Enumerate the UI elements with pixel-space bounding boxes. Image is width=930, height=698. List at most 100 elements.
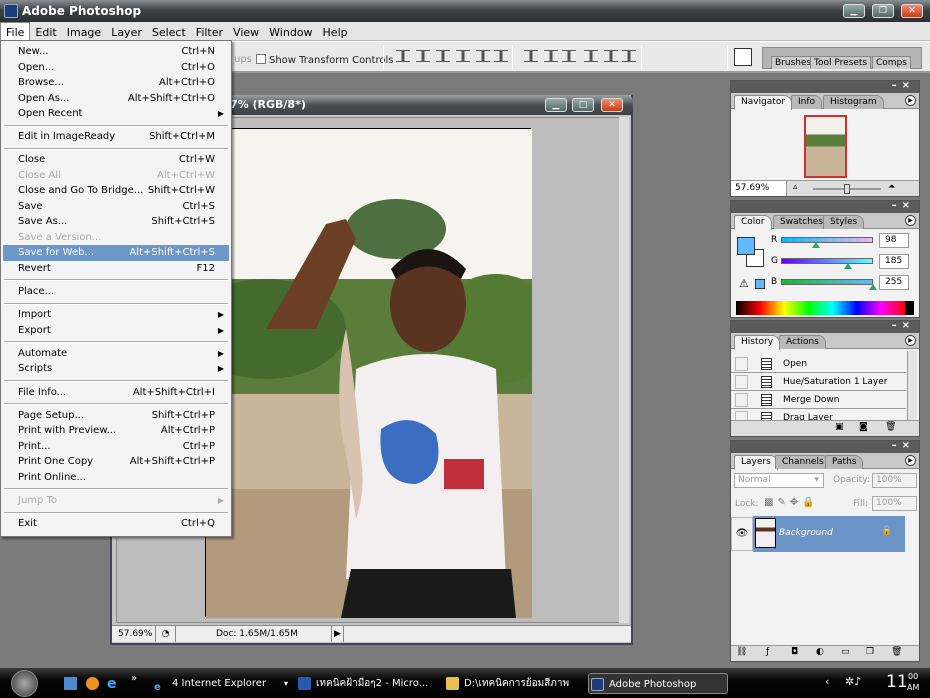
zoom-slider-thumb[interactable] — [843, 184, 850, 194]
menu-item-browse[interactable]: Browse... Alt+Ctrl+O — [3, 75, 229, 91]
new-layer-icon[interactable]: ❐ — [866, 647, 874, 657]
menu-item-export[interactable]: Export ▶ — [3, 323, 229, 339]
panel-menu-icon[interactable]: ▶ — [905, 335, 916, 346]
menu-item-revert[interactable]: Revert F12 — [3, 261, 229, 277]
tab-layers[interactable]: Layers — [734, 455, 778, 470]
tab-info[interactable]: Info — [791, 95, 823, 109]
doc-maximize-button[interactable]: □ — [572, 98, 594, 112]
quicklaunch-icon[interactable] — [64, 677, 77, 690]
menu-item-open-as[interactable]: Open As... Alt+Shift+Ctrl+O — [3, 91, 229, 107]
slider-thumb-icon[interactable] — [843, 263, 852, 269]
palette-well-tab-comps[interactable]: Comps — [872, 56, 911, 69]
gamut-warning-icon[interactable]: ⚠ — [739, 277, 749, 290]
menu-item-close-and-go-to-bridge[interactable]: Close and Go To Bridge... Shift+Ctrl+W — [3, 183, 229, 199]
foreground-color-swatch[interactable] — [737, 237, 755, 255]
tab-paths[interactable]: Paths — [825, 455, 864, 469]
align-top-icon[interactable] — [396, 50, 410, 62]
distribute-vcenter-icon[interactable] — [544, 50, 558, 62]
gamut-color-swatch[interactable] — [755, 279, 765, 289]
panel-menu-icon[interactable]: ▶ — [905, 95, 916, 106]
layer-style-icon[interactable]: ƒ — [766, 647, 769, 657]
opacity-field[interactable]: 100% — [872, 473, 917, 488]
photo-boy-holding-fish[interactable] — [186, 128, 556, 618]
tab-channels[interactable]: Channels — [775, 455, 831, 469]
menu-item-print-one-copy[interactable]: Print One Copy Alt+Shift+Ctrl+P — [3, 454, 229, 470]
menu-item-import[interactable]: Import ▶ — [3, 307, 229, 323]
menu-item-scripts[interactable]: Scripts ▶ — [3, 361, 229, 377]
zoom-in-icon[interactable]: ⏶ — [888, 182, 895, 192]
tab-history[interactable]: History — [734, 335, 781, 350]
navigator-thumbnail[interactable] — [804, 115, 847, 178]
doc-close-button[interactable]: ✕ — [601, 98, 623, 112]
menu-item-open-recent[interactable]: Open Recent ▶ — [3, 106, 229, 122]
navigator-zoom-field[interactable]: 57.69% — [731, 181, 787, 196]
new-document-from-state-icon[interactable]: ▣ — [835, 422, 844, 432]
delete-layer-icon[interactable]: 🗑 — [891, 647, 902, 657]
palette-well-tab-tool-presets[interactable]: Tool Presets — [810, 56, 872, 69]
internet-explorer-icon[interactable]: e — [107, 676, 117, 692]
history-brush-source-box[interactable] — [735, 393, 748, 407]
taskbar-item-word[interactable]: เทคนิคฝ้ามือๆ2 - Micro... — [296, 673, 446, 694]
show-transform-controls-checkbox[interactable]: Show Transform Controls — [256, 54, 393, 66]
align-right-icon[interactable] — [494, 50, 508, 62]
tab-swatches[interactable]: Swatches — [773, 215, 830, 229]
align-bottom-icon[interactable] — [436, 50, 450, 62]
link-layers-icon[interactable]: ⛓ — [736, 647, 747, 657]
new-group-icon[interactable]: ▭ — [841, 647, 850, 657]
taskbar-item-folder[interactable]: D:\เทคนิคการย้อมสีภาพ — [444, 673, 584, 694]
distribute-left-icon[interactable] — [584, 50, 598, 62]
go-to-bridge-icon[interactable] — [734, 48, 752, 66]
menu-item-print-with-preview[interactable]: Print with Preview... Alt+Ctrl+P — [3, 423, 229, 439]
menu-item-open[interactable]: Open... Ctrl+O — [3, 60, 229, 76]
history-brush-source-box[interactable] — [735, 375, 748, 389]
taskbar-item-internet-explorer[interactable]: e4 Internet Explorer ▾ — [152, 673, 292, 694]
zoom-out-icon[interactable]: ▵ — [793, 182, 798, 192]
menu-file[interactable]: File — [0, 22, 31, 42]
distribute-right-icon[interactable] — [622, 50, 636, 62]
distribute-top-icon[interactable] — [524, 50, 538, 62]
status-info-icon[interactable]: ◔ — [156, 626, 176, 642]
history-item[interactable]: Hue/Saturation 1 Layer — [731, 373, 906, 391]
lock-icons[interactable]: ▩✎✥🔒 — [764, 497, 819, 508]
panel-minimize-close-icon[interactable]: –× — [892, 440, 915, 451]
panel-menu-icon[interactable]: ▶ — [905, 215, 916, 226]
fill-field[interactable]: 100% — [872, 496, 917, 511]
menu-item-save-for-web[interactable]: Save for Web... Alt+Shift+Ctrl+S — [3, 245, 229, 261]
panel-minimize-close-icon[interactable]: –× — [892, 80, 915, 91]
menu-view[interactable]: View — [228, 23, 264, 41]
channel-slider-g[interactable] — [781, 258, 873, 264]
panel-menu-icon[interactable]: ▶ — [905, 455, 916, 466]
menu-help[interactable]: Help — [318, 23, 353, 41]
history-item[interactable]: Merge Down — [731, 391, 906, 409]
tab-navigator[interactable]: Navigator — [734, 95, 793, 110]
tab-styles[interactable]: Styles — [823, 215, 865, 229]
menu-item-automate[interactable]: Automate ▶ — [3, 346, 229, 362]
menu-item-edit-in-imageready[interactable]: Edit in ImageReady Shift+Ctrl+M — [3, 129, 229, 145]
menu-item-place[interactable]: Place... — [3, 284, 229, 300]
distribute-bottom-icon[interactable] — [562, 50, 576, 62]
color-ramp[interactable] — [736, 301, 914, 315]
menu-item-save[interactable]: Save Ctrl+S — [3, 199, 229, 215]
tab-histogram[interactable]: Histogram — [823, 95, 884, 109]
restore-button[interactable]: ❐ — [872, 4, 894, 18]
align-hcenter-icon[interactable] — [476, 50, 490, 62]
channel-slider-r[interactable] — [781, 237, 873, 243]
menu-image[interactable]: Image — [62, 23, 106, 41]
vertical-scrollbar[interactable] — [619, 117, 629, 623]
layer-mask-icon[interactable]: ◘ — [791, 647, 798, 657]
blend-mode-select[interactable]: Normal ▾ — [734, 473, 824, 488]
quicklaunch-icon[interactable] — [86, 677, 99, 690]
menu-select[interactable]: Select — [147, 23, 191, 41]
taskbar-item-photoshop[interactable]: Adobe Photoshop — [588, 673, 728, 694]
trash-icon[interactable]: 🗑 — [885, 422, 896, 432]
adjustment-layer-icon[interactable]: ◐ — [816, 647, 824, 657]
menu-item-new[interactable]: New... Ctrl+N — [3, 44, 229, 60]
history-item[interactable]: Open — [731, 355, 906, 373]
menu-filter[interactable]: Filter — [191, 23, 228, 41]
menu-layer[interactable]: Layer — [106, 23, 147, 41]
tab-color[interactable]: Color — [734, 215, 772, 230]
history-scrollbar[interactable] — [907, 351, 917, 421]
menu-window[interactable]: Window — [264, 23, 317, 41]
menu-item-close[interactable]: Close Ctrl+W — [3, 152, 229, 168]
show-hidden-icons-chevron[interactable]: ‹ — [825, 675, 829, 688]
